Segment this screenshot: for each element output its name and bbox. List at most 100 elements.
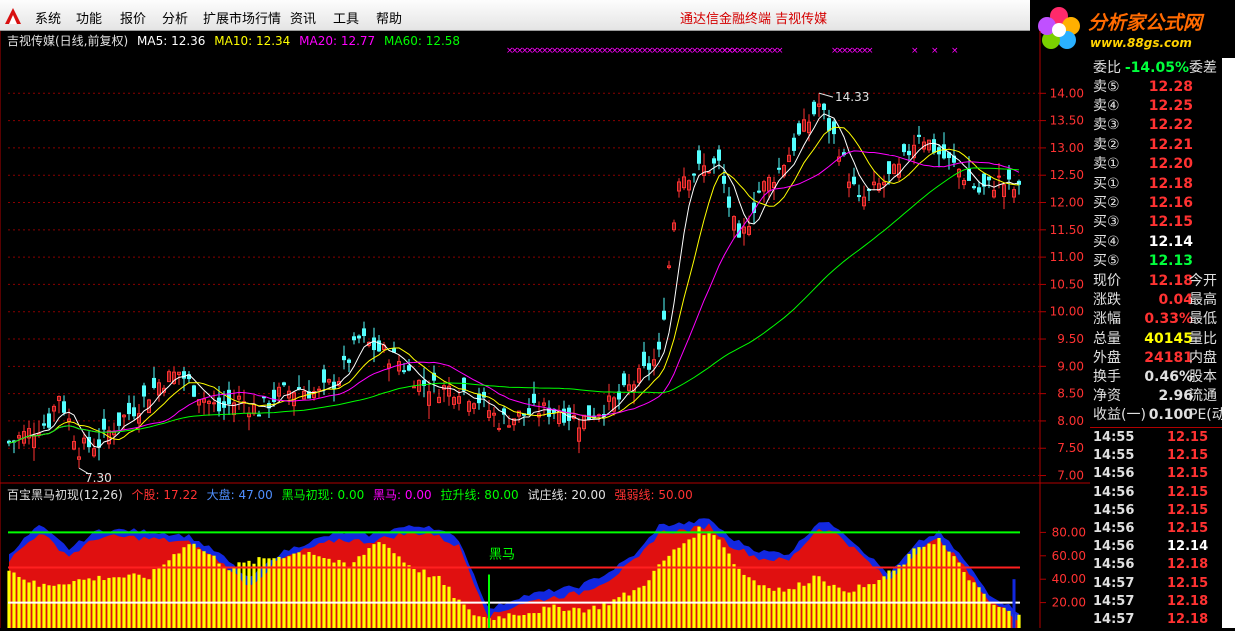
price-tick-label: 12.50 (1050, 168, 1084, 182)
ask-price: 12.25 (1148, 98, 1193, 115)
stock-bar (582, 612, 586, 628)
tail-bar (1012, 579, 1016, 628)
signal-mark: × (931, 46, 939, 56)
candle-body (352, 336, 356, 341)
stock-bar (507, 613, 511, 628)
stock-bar (827, 585, 831, 628)
stock-bar (972, 582, 976, 628)
menu-quote[interactable]: 报价 (120, 8, 146, 27)
stock-bar (327, 558, 331, 628)
stock-bar (372, 544, 376, 628)
stock-bar (62, 584, 66, 628)
stat-value: 12.18 (1148, 273, 1193, 289)
stock-bar (897, 565, 901, 628)
stock-bar (407, 565, 411, 628)
stock-bar (127, 574, 131, 628)
stock-bar (1017, 614, 1021, 628)
stock-bar (202, 551, 206, 628)
price-tick-label: 10.50 (1050, 277, 1084, 291)
stat-label: 涨跌 (1093, 292, 1121, 309)
stock-bar (537, 613, 541, 628)
stock-bar (302, 554, 306, 628)
candle-body (142, 385, 146, 397)
stock-bar (657, 564, 661, 628)
bid-row: 买④ 12.14 (1093, 233, 1223, 252)
stock-bar (27, 582, 31, 628)
quote-header: 委比 -14.05% 委差 (1093, 59, 1223, 78)
ask-price: 12.28 (1148, 79, 1193, 95)
menu-extended-market[interactable]: 扩展市场行情 (203, 8, 281, 27)
stock-bar (197, 549, 201, 628)
stat-value: 0.33% (1144, 311, 1193, 328)
price-tick-label: 10.00 (1050, 305, 1084, 319)
stock-bar (977, 587, 981, 628)
candle-body (722, 175, 726, 184)
ask-price: 12.21 (1148, 136, 1193, 153)
stock-bar (482, 617, 486, 628)
menu-system[interactable]: 系统 (35, 8, 61, 27)
tick-price: 12.18 (1167, 612, 1209, 627)
ma5-line (8, 113, 1020, 449)
high-label: 14.33 (835, 90, 869, 104)
tick-row: 14:55 12.15 (1093, 447, 1223, 465)
candle-body (827, 118, 831, 131)
menu-function[interactable]: 功能 (76, 8, 102, 27)
tick-price: 12.15 (1167, 502, 1209, 518)
tick-time: 14:55 (1093, 448, 1135, 464)
chart-area[interactable]: 14.00 13.50 13.00 12.50 12.00 11.50 11.00 10.50… (0, 31, 1090, 628)
stat-extra: 内盘 (1189, 349, 1217, 366)
signal-mark: × (951, 46, 959, 56)
candle-body (647, 363, 651, 370)
ask-row: 卖② 12.21 (1093, 136, 1223, 155)
stock-bar (542, 606, 546, 628)
menu-help[interactable]: 帮助 (376, 8, 402, 27)
kline-chart[interactable]: 14.00 13.50 13.00 12.50 12.00 11.50 11.00 10.50… (0, 31, 1090, 628)
stock-bar (477, 616, 481, 628)
stock-bar (602, 602, 606, 628)
candle-body (152, 377, 156, 388)
candle-body (62, 401, 66, 413)
stat-label: 外盘 (1093, 349, 1121, 366)
stock-bar (392, 553, 396, 628)
stat-row: 总量 40145 量比 (1093, 330, 1223, 349)
stock-bar (472, 615, 476, 628)
stock-bar (587, 609, 591, 628)
stock-bar (502, 618, 506, 628)
candle-body (987, 176, 991, 181)
stock-bar (362, 554, 366, 628)
stock-bar (312, 554, 316, 628)
candle-body (127, 402, 131, 415)
stock-bar (22, 579, 26, 628)
stock-title: 吉视传媒(日线,前复权) (7, 34, 129, 48)
menu-analysis[interactable]: 分析 (162, 8, 188, 27)
stock-bar (692, 537, 696, 628)
candle-body (997, 175, 1001, 178)
menu-news[interactable]: 资讯 (290, 8, 316, 27)
stock-bar (12, 572, 16, 628)
candle-body (917, 134, 921, 137)
tick-price: 12.15 (1167, 484, 1209, 500)
candle-body (617, 391, 621, 400)
tick-price: 12.15 (1167, 466, 1209, 482)
tick-price: 12.15 (1167, 521, 1209, 536)
indicator-tick-label: 20.00 (1052, 596, 1086, 610)
stock-bar (752, 580, 756, 628)
tick-row: 14:56 12.15 (1093, 465, 1223, 483)
stock-bar (532, 613, 536, 628)
stock-bar (37, 586, 41, 628)
candle-body (42, 423, 46, 426)
stock-bar (42, 583, 46, 628)
app-logo-icon (5, 8, 21, 24)
stock-bar (377, 542, 381, 628)
stock-bar (637, 587, 641, 628)
price-tick-label: 13.00 (1050, 141, 1084, 155)
stock-bar (152, 569, 156, 628)
stock-bar (462, 604, 466, 628)
bid-price: 12.13 (1148, 252, 1193, 269)
menu-tools[interactable]: 工具 (333, 8, 359, 27)
ma20-line (8, 150, 1020, 444)
ask-row: 卖① 12.20 (1093, 155, 1223, 174)
stat-extra: 量比 (1189, 330, 1217, 347)
candle-body (462, 377, 466, 391)
stock-bar (242, 562, 246, 628)
